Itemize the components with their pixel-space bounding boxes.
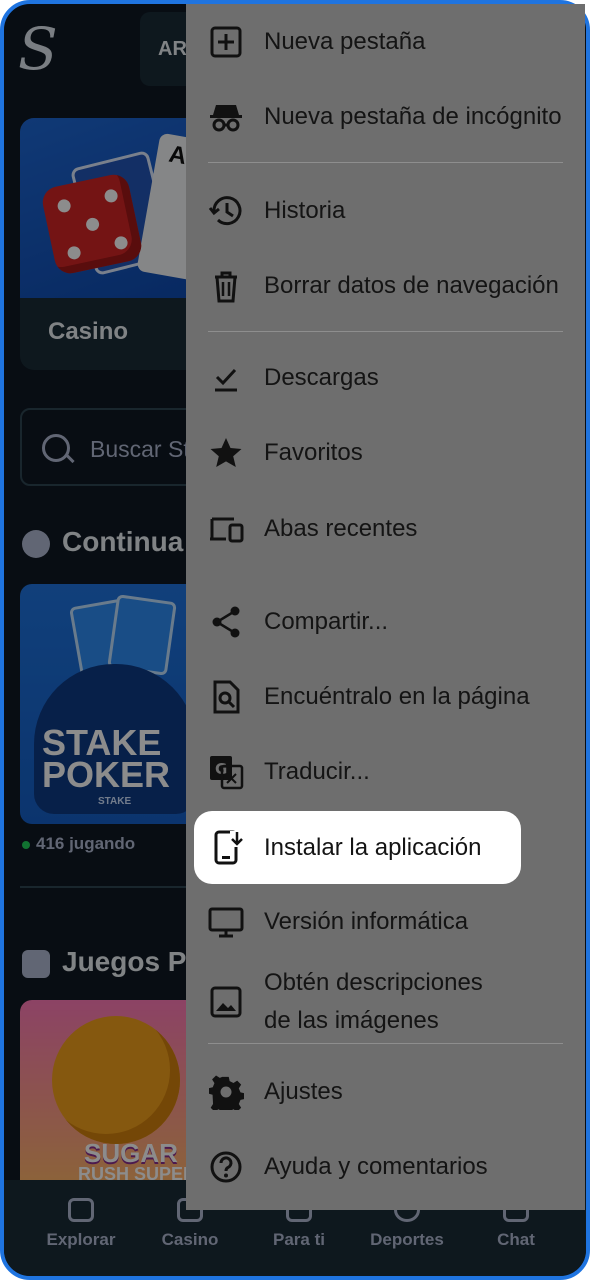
menu-item-label: Encuéntralo en la página <box>264 683 530 710</box>
plus-box-icon <box>208 24 244 60</box>
menu-item-label: Nueva pestaña <box>264 28 426 55</box>
desktop-icon <box>208 904 244 940</box>
menu-item-label: Compartir... <box>264 608 389 635</box>
menu-item-label: Abas recentes <box>264 515 418 542</box>
menu-item-history[interactable]: Historia <box>186 175 585 247</box>
share-icon <box>208 604 244 640</box>
translate-icon: G <box>208 754 244 790</box>
menu-item-clear-data[interactable]: Borrar datos de navegación <box>186 250 585 322</box>
image-icon <box>208 984 244 1020</box>
star-icon <box>208 435 244 471</box>
settings-icon <box>208 1074 244 1110</box>
menu-item-label: Obtén descripciones de las imágenes <box>264 969 483 1034</box>
download-icon <box>208 360 244 396</box>
menu-item-label: Versión informática <box>264 908 469 935</box>
find-in-page-icon <box>208 679 244 715</box>
menu-item-label: Ayuda y comentarios <box>264 1153 488 1180</box>
browser-overflow-menu: Nueva pestaña Nueva pestaña de incógnito… <box>186 4 585 1210</box>
menu-item-new-tab[interactable]: Nueva pestaña <box>186 6 585 78</box>
menu-item-desktop-site[interactable]: Versión informática <box>186 886 585 958</box>
menu-item-label: Descargas <box>264 364 379 391</box>
menu-item-incognito-tab[interactable]: Nueva pestaña de incógnito <box>186 81 585 153</box>
menu-item-translate[interactable]: G Traducir... <box>186 736 585 808</box>
menu-item-settings[interactable]: Ajustes <box>186 1056 585 1128</box>
menu-item-downloads[interactable]: Descargas <box>186 342 585 414</box>
menu-item-label: Favoritos <box>264 439 363 466</box>
history-icon <box>208 193 244 229</box>
menu-item-label: Borrar datos de navegación <box>264 272 559 299</box>
menu-item-label: Ajustes <box>264 1078 343 1105</box>
menu-divider <box>208 1043 563 1044</box>
trash-icon <box>208 268 244 304</box>
install-app-icon <box>210 829 246 865</box>
menu-item-label: Instalar la aplicación <box>264 834 482 861</box>
menu-item-help[interactable]: Ayuda y comentarios <box>186 1131 585 1203</box>
help-icon <box>208 1149 244 1185</box>
menu-item-find-in-page[interactable]: Encuéntralo en la página <box>186 661 585 733</box>
menu-item-label: Historia <box>264 197 346 224</box>
menu-divider <box>208 331 563 332</box>
incognito-icon <box>208 99 244 135</box>
menu-item-share[interactable]: Compartir... <box>186 586 585 658</box>
menu-item-image-descriptions[interactable]: Obtén descripciones de las imágenes <box>186 962 585 1042</box>
menu-divider <box>208 162 563 163</box>
devices-icon <box>208 511 244 547</box>
menu-item-label: Traducir... <box>264 758 370 785</box>
menu-item-label: Nueva pestaña de incógnito <box>264 103 562 130</box>
menu-item-install-app[interactable]: Instalar la aplicación <box>194 811 521 884</box>
menu-item-bookmarks[interactable]: Favoritos <box>186 417 585 489</box>
menu-item-recent-tabs[interactable]: Abas recentes <box>186 493 585 565</box>
